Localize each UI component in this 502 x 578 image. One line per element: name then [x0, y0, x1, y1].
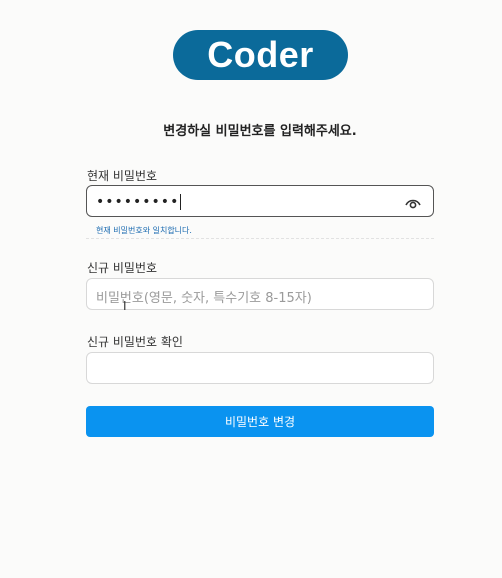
new-password-field[interactable]: 비밀번호(영문, 숫자, 특수기호 8-15자) I	[86, 278, 434, 313]
current-password-label: 현재 비밀번호	[87, 169, 158, 183]
eye-icon[interactable]	[405, 195, 421, 209]
current-password-value: •••••••••	[96, 194, 182, 210]
confirm-password-label: 신규 비밀번호 확인	[87, 335, 183, 349]
current-password-field[interactable]: •••••••••	[86, 185, 434, 217]
logo: Coder	[173, 30, 348, 80]
text-cursor-icon: I	[123, 299, 127, 313]
new-password-placeholder: 비밀번호(영문, 숫자, 특수기호 8-15자)	[96, 291, 312, 306]
page-subtitle: 변경하실 비밀번호를 입력해주세요.	[163, 124, 357, 139]
change-password-button[interactable]: 비밀번호 변경	[86, 406, 434, 437]
current-password-hint: 현재 비밀번호와 일치합니다.	[86, 225, 434, 239]
new-password-label: 신규 비밀번호	[87, 261, 158, 275]
confirm-password-field[interactable]	[86, 352, 434, 384]
